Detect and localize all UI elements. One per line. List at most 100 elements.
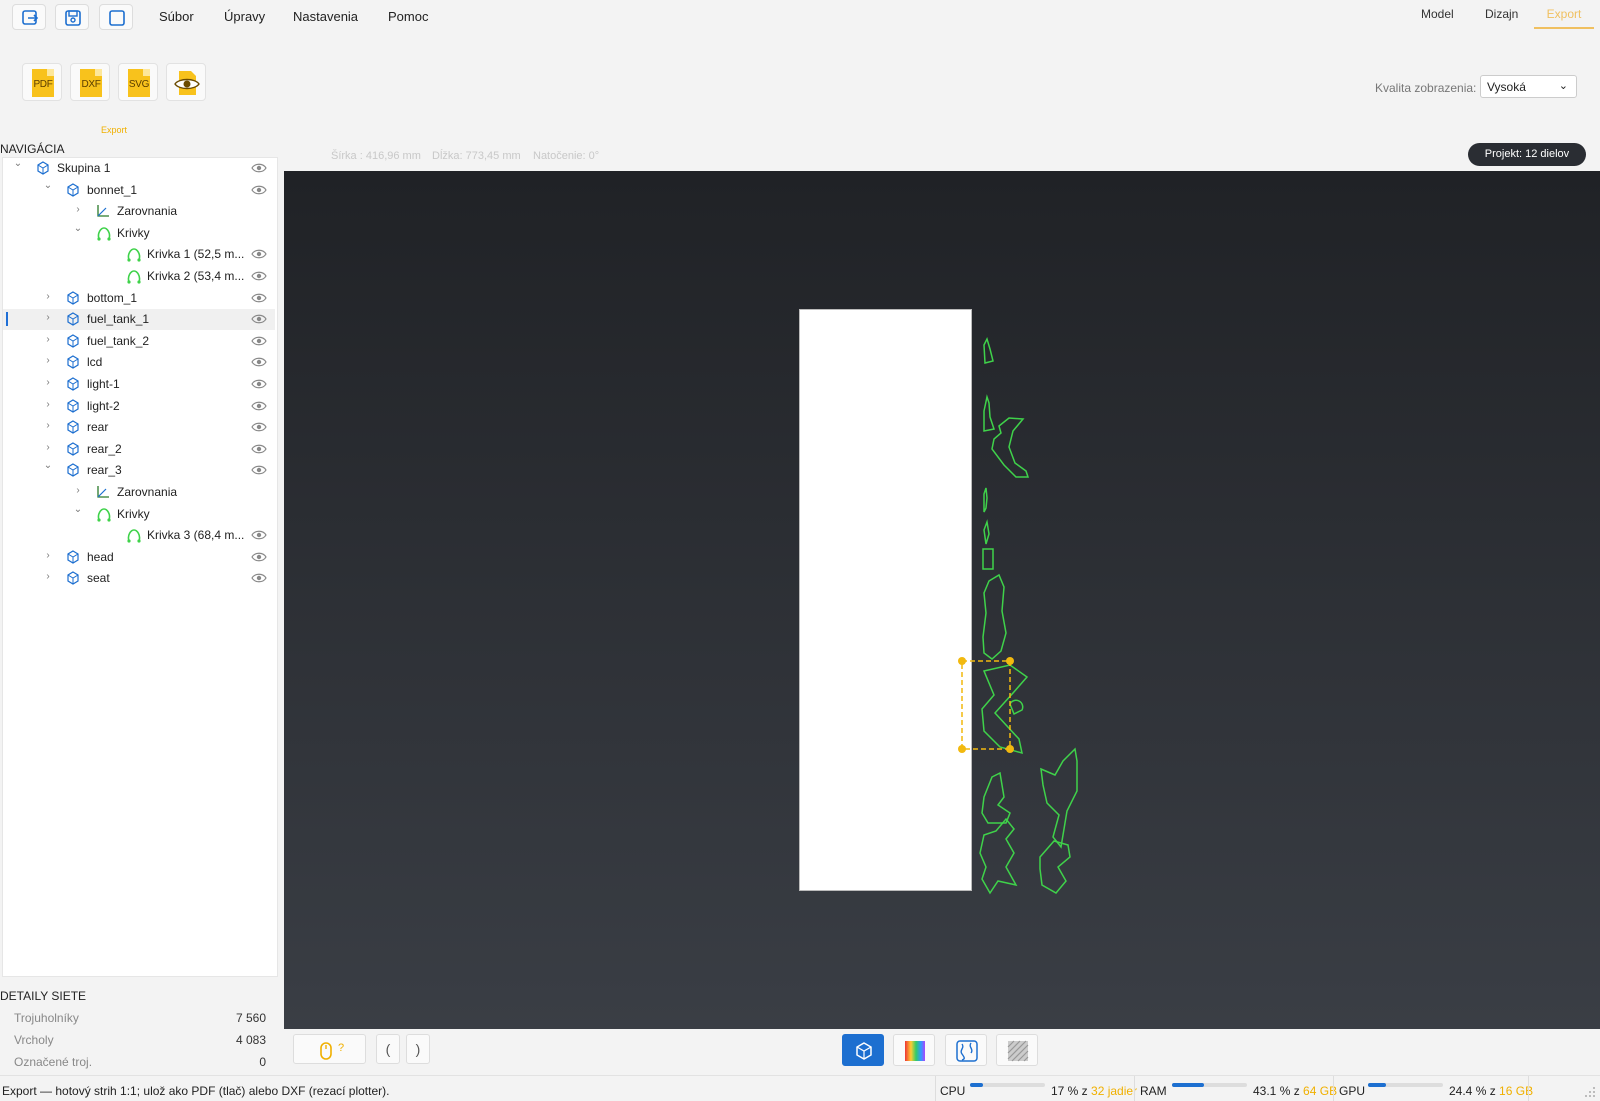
- chevron-right-icon[interactable]: ›: [72, 204, 84, 215]
- chevron-down-icon[interactable]: ⌄: [12, 158, 24, 169]
- gpu-label: GPU: [1339, 1084, 1366, 1098]
- tree-item-label: head: [87, 549, 114, 564]
- menu-help[interactable]: Pomoc: [388, 9, 428, 24]
- tree-item-label: fuel_tank_1: [87, 312, 150, 327]
- menu-edit[interactable]: Úpravy: [224, 9, 265, 24]
- app-window: Súbor Úpravy Nastavenia Pomoc Model Diza…: [0, 0, 1600, 1101]
- chevron-right-icon[interactable]: ›: [42, 291, 54, 302]
- tree-item-label: bottom_1: [87, 290, 138, 305]
- eye-icon[interactable]: [251, 528, 267, 542]
- quality-value: Vysoká: [1487, 80, 1526, 94]
- chevron-down-icon[interactable]: ⌄: [72, 504, 84, 515]
- export-dxf-button[interactable]: DXF: [70, 63, 110, 101]
- view-mesh-button[interactable]: [842, 1034, 884, 1066]
- tree-item[interactable]: › Zarovnania: [3, 201, 275, 222]
- eye-icon[interactable]: [251, 161, 267, 175]
- chevron-down-icon[interactable]: ⌄: [42, 460, 54, 471]
- chevron-right-icon[interactable]: ›: [42, 420, 54, 431]
- tree-item[interactable]: › lcd: [3, 352, 275, 373]
- tree-item[interactable]: Krivka 3 (68,4 m...: [3, 525, 275, 546]
- exit-button[interactable]: [12, 4, 46, 30]
- tree-item-label: Zarovnania: [117, 485, 178, 499]
- eye-icon[interactable]: [251, 550, 267, 564]
- export-pdf-button[interactable]: PDF: [22, 63, 62, 101]
- divider: [935, 1076, 936, 1101]
- export-viewport[interactable]: [284, 171, 1600, 1029]
- eye-icon[interactable]: [251, 334, 267, 348]
- chevron-right-icon[interactable]: ›: [42, 355, 54, 366]
- tree-item[interactable]: › seat: [3, 568, 275, 589]
- divider: [1134, 1076, 1135, 1101]
- eye-icon[interactable]: [251, 463, 267, 477]
- selection-handle[interactable]: [958, 745, 966, 753]
- view-pattern-button[interactable]: [945, 1034, 987, 1066]
- window-button[interactable]: [99, 4, 133, 30]
- mesh-icon: [66, 312, 80, 326]
- eye-icon[interactable]: [251, 377, 267, 391]
- tree-item[interactable]: ⌄ Krivky: [3, 223, 275, 244]
- mouse-hint-button[interactable]: ?: [293, 1034, 366, 1064]
- selection-handle[interactable]: [958, 657, 966, 665]
- chevron-right-icon[interactable]: ›: [72, 485, 84, 496]
- tree-item[interactable]: › bottom_1: [3, 288, 275, 309]
- eye-icon[interactable]: [251, 571, 267, 585]
- tree-item[interactable]: › fuel_tank_2: [3, 331, 275, 352]
- tree-item[interactable]: Krivka 1 (52,5 m...: [3, 244, 275, 265]
- resize-grip-icon[interactable]: [1584, 1086, 1596, 1098]
- next-button[interactable]: ): [406, 1034, 430, 1064]
- export-svg-button[interactable]: SVG: [118, 63, 158, 101]
- chevron-right-icon[interactable]: ›: [42, 334, 54, 345]
- tree-item[interactable]: › light-1: [3, 374, 275, 395]
- quality-label: Kvalita zobrazenia:: [1375, 81, 1477, 95]
- chevron-right-icon[interactable]: ›: [42, 399, 54, 410]
- tab-export[interactable]: Export: [1534, 7, 1594, 29]
- tree-item[interactable]: › Zarovnania: [3, 482, 275, 503]
- selection-handle[interactable]: [1006, 745, 1014, 753]
- chevron-down-icon[interactable]: ⌄: [72, 223, 84, 234]
- selection-handle[interactable]: [1006, 657, 1014, 665]
- quality-select[interactable]: Vysoká ⌄: [1480, 75, 1577, 98]
- chevron-right-icon[interactable]: ›: [42, 312, 54, 323]
- tree-item[interactable]: › fuel_tank_1: [3, 309, 275, 331]
- chevron-right-icon[interactable]: ›: [42, 571, 54, 582]
- chevron-right-icon[interactable]: ›: [42, 377, 54, 388]
- tree-item[interactable]: › head: [3, 547, 275, 568]
- view-heatmap-button[interactable]: [893, 1034, 935, 1066]
- eye-icon[interactable]: [251, 442, 267, 456]
- chevron-right-icon[interactable]: ›: [42, 442, 54, 453]
- eye-icon[interactable]: [251, 420, 267, 434]
- chevron-down-icon[interactable]: ⌄: [42, 180, 54, 191]
- chevron-right-icon[interactable]: ›: [42, 550, 54, 561]
- eye-icon[interactable]: [251, 312, 267, 326]
- export-preview-button[interactable]: [166, 63, 206, 101]
- tree-item[interactable]: › rear: [3, 417, 275, 438]
- menu-file[interactable]: Súbor: [159, 9, 194, 24]
- piece-7: [982, 573, 1007, 660]
- tree-item[interactable]: ⌄ Skupina 1: [3, 158, 275, 179]
- tree-item[interactable]: Krivka 2 (53,4 m...: [3, 266, 275, 287]
- tab-model[interactable]: Model: [1421, 7, 1454, 21]
- tree-item[interactable]: ⌄ bonnet_1: [3, 180, 275, 201]
- cpu-meter: [970, 1083, 1045, 1087]
- tree-item[interactable]: ⌄ rear_3: [3, 460, 275, 481]
- eye-icon[interactable]: [251, 291, 267, 305]
- tree-item[interactable]: › light-2: [3, 396, 275, 417]
- view-hatch-button[interactable]: [996, 1034, 1038, 1066]
- piece-1: [983, 336, 994, 364]
- prev-button[interactable]: (: [376, 1034, 400, 1064]
- eye-icon[interactable]: [251, 399, 267, 413]
- save-button[interactable]: [55, 4, 89, 30]
- tree-item[interactable]: ⌄ Krivky: [3, 504, 275, 525]
- eye-icon[interactable]: [251, 183, 267, 197]
- eye-icon[interactable]: [251, 247, 267, 261]
- tree-item[interactable]: › rear_2: [3, 439, 275, 460]
- tab-design[interactable]: Dizajn: [1485, 7, 1518, 21]
- eye-icon[interactable]: [251, 269, 267, 283]
- eye-icon[interactable]: [251, 355, 267, 369]
- svg-label: SVG: [128, 79, 150, 90]
- menu-settings[interactable]: Nastavenia: [293, 9, 358, 24]
- mesh-icon: [66, 182, 80, 197]
- piece-9: [1009, 699, 1024, 716]
- ram-detail: 64 GB: [1303, 1084, 1338, 1098]
- pdf-icon: PDF: [32, 69, 54, 97]
